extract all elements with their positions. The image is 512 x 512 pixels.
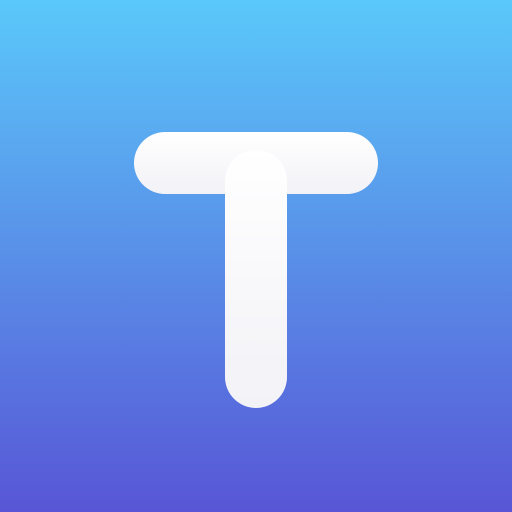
t-stem [225, 150, 287, 408]
app-icon-canvas [0, 0, 512, 512]
app-icon [0, 0, 512, 512]
